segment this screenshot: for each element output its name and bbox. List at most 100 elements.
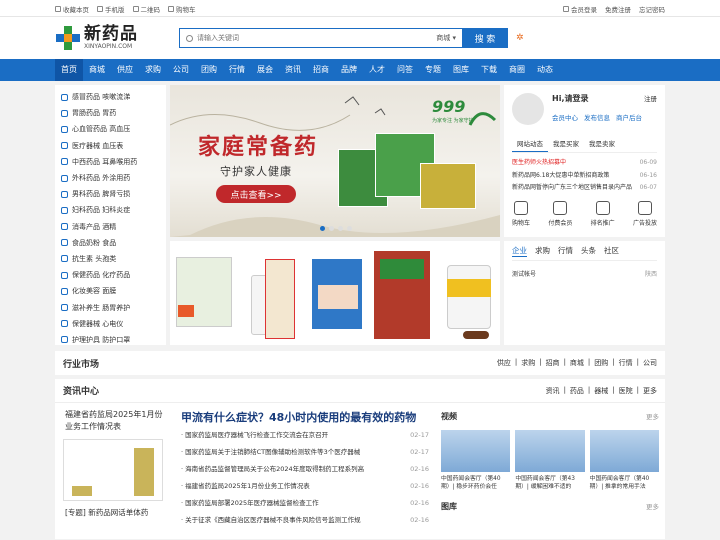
quick-action-button[interactable]: 排名推广 (591, 200, 615, 227)
category-item[interactable]: 感冒药品 咳嗽流涕 (55, 89, 166, 105)
nav-item[interactable]: 商城 (83, 59, 111, 81)
news-category-link[interactable]: 资讯 (546, 386, 560, 396)
nav-item[interactable]: 招商 (307, 59, 335, 81)
category-item[interactable]: 胃肠药品 胃药 (55, 105, 166, 121)
nav-item[interactable]: 品牌 (335, 59, 363, 81)
market-link[interactable]: 商城 (570, 358, 584, 368)
category-item[interactable]: 滋补养生 肠胃养护 (55, 299, 166, 315)
company-tab[interactable]: 求购 (535, 245, 550, 257)
category-item[interactable]: 消毒产品 酒精 (55, 219, 166, 235)
news-item[interactable]: · 福建省药监局2025年1月份业务工作情况表 02-16 (181, 478, 429, 495)
top-link-login[interactable]: 会员登录 (563, 4, 597, 14)
product-image[interactable] (174, 245, 235, 341)
list-item[interactable]: 医生药师火热招募中 06-09 (512, 157, 657, 170)
site-logo[interactable]: 新药品 XINYAOPIN.COM (55, 25, 175, 51)
avatar[interactable] (512, 93, 544, 125)
nav-item[interactable]: 商圈 (503, 59, 531, 81)
nav-item[interactable]: 行情 (223, 59, 251, 81)
category-item[interactable]: 心血管药品 高血压 (55, 121, 166, 137)
stat-report[interactable]: 福建省药监局2025年1月份业务工作情况表 [专题] 新药品网话单体药 (61, 407, 171, 529)
tab-seller[interactable]: 我是卖家 (584, 135, 620, 152)
gallery-more-link[interactable]: 更多 (646, 501, 659, 512)
category-item[interactable]: 食品奶粉 食品 (55, 235, 166, 251)
market-link[interactable]: 行情 (619, 358, 633, 368)
list-item[interactable]: 测试帐号 陕西 (512, 269, 657, 278)
register-link[interactable]: 注册 (644, 93, 657, 104)
quick-action-button[interactable]: 购物车 (512, 200, 530, 227)
nav-item[interactable]: 图库 (447, 59, 475, 81)
market-link[interactable]: 供应 (497, 358, 511, 368)
news-category-link[interactable]: 器械 (594, 386, 608, 396)
category-item[interactable]: 男科药品 脾肾亏损 (55, 186, 166, 202)
member-center-link[interactable]: 会员中心 (552, 112, 578, 122)
news-item[interactable]: · 国家药监局关于注销肺结CT图像辅助检测软件等3个医疗器械 02-17 (181, 444, 429, 461)
banner-carousel-dots[interactable] (320, 226, 352, 231)
nav-item[interactable]: 动态 (531, 59, 559, 81)
headline-link[interactable]: 甲流有什么症状？48小时内使用的最有效的药物 (181, 409, 429, 427)
nav-item[interactable]: 公司 (167, 59, 195, 81)
market-link[interactable]: 团购 (594, 358, 608, 368)
nav-item[interactable]: 专题 (419, 59, 447, 81)
video-item[interactable]: 中国药闻会客厅（第40期）| 推拿的常用手法 (589, 430, 659, 491)
product-image[interactable] (239, 245, 300, 341)
login-greeting[interactable]: Hi,请登录 (552, 93, 588, 104)
banner-cta-button[interactable]: 点击查看>> (216, 185, 296, 203)
notification-icon[interactable]: ✲ (516, 33, 524, 43)
company-tab[interactable]: 社区 (604, 245, 619, 257)
topic-link[interactable]: [专题] 新药品网话单体药 (61, 507, 171, 518)
publish-info-link[interactable]: 发布信息 (584, 112, 610, 122)
tab-site-news[interactable]: 网站动态 (512, 135, 548, 152)
category-item[interactable]: 保健器械 心电仪 (55, 316, 166, 332)
nav-item[interactable]: 资讯 (279, 59, 307, 81)
search-scope-select[interactable]: 商城 ▾ (436, 33, 462, 43)
promo-banner[interactable]: 家庭常备药 守护家人健康 点击查看>> 999 为家专注 为家守护 (170, 85, 500, 237)
nav-item[interactable]: 首页 (55, 59, 83, 81)
nav-item[interactable]: 展会 (251, 59, 279, 81)
video-item[interactable]: 中国药闻会客厅（第43期）| 缓解困难不适的 (515, 430, 585, 491)
category-item[interactable]: 外科药品 外涂用药 (55, 170, 166, 186)
category-item[interactable]: 护理护具 防护口罩 (55, 332, 166, 348)
top-link-mobile[interactable]: 手机版 (97, 4, 125, 14)
product-image[interactable] (370, 245, 431, 341)
market-link[interactable]: 招商 (546, 358, 560, 368)
top-link-favorite[interactable]: 收藏本页 (55, 4, 89, 14)
category-item[interactable]: 保健药品 化疗药品 (55, 267, 166, 283)
list-item[interactable]: 新药品网6.18大促惠中单新招商政策 06-16 (512, 170, 657, 183)
category-item[interactable]: 中西药品 耳鼻喉用药 (55, 154, 166, 170)
category-item[interactable]: 化妆美容 面膜 (55, 283, 166, 299)
quick-action-button[interactable]: 付费会员 (548, 200, 572, 227)
top-link-register[interactable]: 免费注册 (605, 4, 631, 14)
news-item[interactable]: · 海南省药品监督管理局关于公布2024年度取得制药工程系列高 02-16 (181, 461, 429, 478)
nav-item[interactable]: 问答 (391, 59, 419, 81)
news-item[interactable]: · 国家药监局医疗器械飞行检查工作交流会在京召开 02-17 (181, 427, 429, 444)
news-item[interactable]: · 关于征求《西藏自治区医疗器械不良事件风险信号监测工作规 02-16 (181, 512, 429, 529)
product-image[interactable] (435, 245, 496, 341)
tab-buyer[interactable]: 我是买家 (548, 135, 584, 152)
search-input[interactable] (197, 34, 417, 42)
market-link[interactable]: 公司 (643, 358, 657, 368)
company-tab[interactable]: 头条 (581, 245, 596, 257)
top-link-forgot-password[interactable]: 忘记密码 (639, 4, 665, 14)
top-link-qrcode[interactable]: 二维码 (132, 4, 160, 14)
nav-item[interactable]: 团购 (195, 59, 223, 81)
company-tab[interactable]: 行情 (558, 245, 573, 257)
news-item[interactable]: · 国家药监局部署2025年医疗器械监督检查工作 02-16 (181, 495, 429, 512)
nav-item[interactable]: 供应 (111, 59, 139, 81)
search-button[interactable]: 搜 索 (462, 28, 508, 48)
news-category-link[interactable]: 更多 (643, 386, 657, 396)
market-link[interactable]: 求购 (521, 358, 535, 368)
video-more-link[interactable]: 更多 (646, 411, 659, 422)
news-category-link[interactable]: 医院 (619, 386, 633, 396)
top-link-cart[interactable]: 购物车 (168, 4, 196, 14)
product-image[interactable] (304, 245, 365, 341)
nav-item[interactable]: 求购 (139, 59, 167, 81)
list-item[interactable]: 新药品网暂停向广东三个地区销售目录内产品 06-07 (512, 182, 657, 195)
nav-item[interactable]: 人才 (363, 59, 391, 81)
category-item[interactable]: 抗生素 头孢类 (55, 251, 166, 267)
video-item[interactable]: 中国药闻会客厅（第40期）| 稳步环药价会任 (441, 430, 511, 491)
quick-action-button[interactable]: 广告投放 (633, 200, 657, 227)
merchant-admin-link[interactable]: 商户后台 (616, 112, 642, 122)
category-item[interactable]: 医疗器械 血压表 (55, 138, 166, 154)
category-item[interactable]: 妇科药品 妇科炎症 (55, 202, 166, 218)
news-category-link[interactable]: 药品 (570, 386, 584, 396)
